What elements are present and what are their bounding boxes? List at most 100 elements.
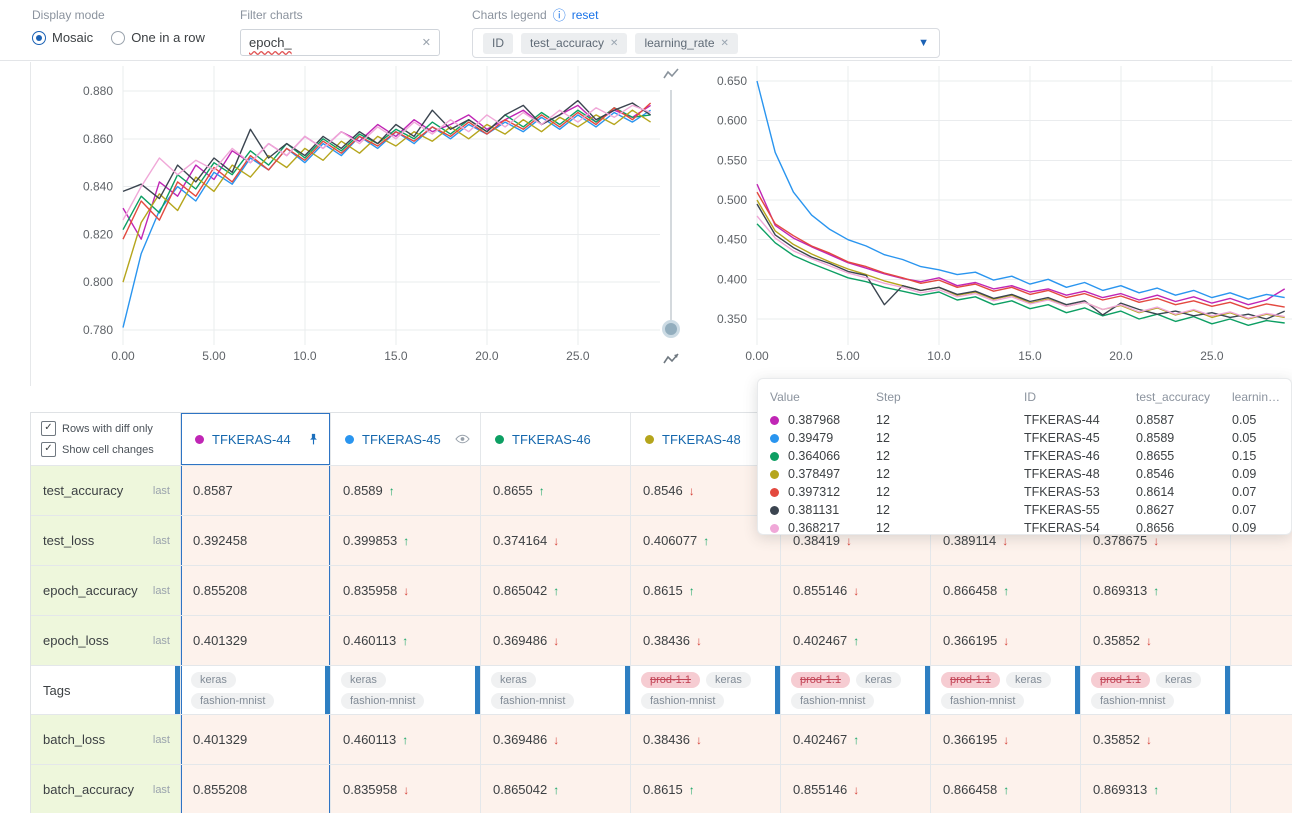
radio-one-in-a-row[interactable]: One in a row — [111, 30, 205, 45]
remove-chip-icon[interactable]: ✕ — [721, 38, 729, 49]
metric-cell: 0.38436↓ — [631, 616, 781, 666]
tag-chip: fashion-mnist — [1091, 693, 1174, 709]
tooltip-run-id: TFKERAS-54 — [1024, 521, 1136, 535]
tooltip-learning-rate: 0.05 — [1232, 413, 1291, 427]
metric-cell: 0.401329 — [181, 715, 331, 765]
metric-value: 0.869313 — [1093, 583, 1147, 598]
chevron-down-icon[interactable]: ▼ — [918, 37, 929, 49]
tooltip-run-id: TFKERAS-48 — [1024, 467, 1136, 481]
metric-value: 0.378675 — [1093, 533, 1147, 548]
tooltip-run-id: TFKERAS-53 — [1024, 485, 1136, 499]
tooltip-value: 0.381131 — [788, 503, 876, 517]
row-label: batch_loss — [43, 732, 105, 747]
row-label: Tags — [43, 683, 70, 698]
tags-cell: prod-1.1kerasfashion-mnist — [931, 666, 1081, 715]
table-option[interactable]: ✓Rows with diff only — [41, 421, 153, 436]
tags-scrollbar[interactable] — [1225, 666, 1230, 714]
metric-cell: 0.835958↓ — [331, 765, 481, 813]
series-TFKERAS-44 — [757, 184, 1285, 305]
run-column-header[interactable]: TFKERAS-44 — [181, 413, 331, 466]
metric-value: 0.866458 — [943, 782, 997, 797]
tags-scrollbar[interactable] — [175, 666, 180, 714]
reset-link[interactable]: reset — [572, 8, 599, 22]
metric-value: 0.869313 — [1093, 782, 1147, 797]
tags-scrollbar[interactable] — [925, 666, 930, 714]
slider-track[interactable] — [670, 90, 672, 332]
series-TFKERAS-54 — [123, 105, 651, 220]
tooltip-row: 0.38796812TFKERAS-440.85870.05 — [770, 411, 1291, 429]
svg-text:0.840: 0.840 — [83, 180, 113, 194]
trend-tool-icon[interactable] — [662, 66, 680, 84]
row-label-cell: epoch_accuracylast — [31, 566, 181, 616]
legend-chip-learning-rate[interactable]: learning_rate ✕ — [635, 33, 737, 54]
metric-value: 0.402467 — [793, 732, 847, 747]
display-mode-group: Display mode Mosaic One in a row — [32, 8, 205, 45]
tooltip-row: 0.36821712TFKERAS-540.86560.09 — [770, 519, 1291, 535]
metric-value: 0.8615 — [643, 583, 683, 598]
metric-cell: 0.38436↓ — [631, 715, 781, 765]
chart-scale-slider — [656, 62, 686, 392]
tooltip-header-step: Step — [876, 390, 928, 404]
chip-label: learning_rate — [644, 36, 714, 50]
tooltip-step: 12 — [876, 431, 928, 445]
tags-cell: kerasfashion-mnist — [181, 666, 331, 715]
tooltip-learning-rate: 0.15 — [1232, 449, 1291, 463]
aggregation-badge: last — [153, 535, 170, 547]
metric-cell: 0.855208 — [181, 765, 331, 813]
legend-field-select[interactable]: ID test_accuracy ✕ learning_rate ✕ ▼ — [472, 28, 940, 58]
pin-icon[interactable] — [307, 433, 320, 446]
tags-line: fashion-mnist — [1091, 693, 1174, 709]
trend-down-icon: ↓ — [689, 484, 695, 498]
info-icon[interactable]: ⓘ — [553, 9, 566, 22]
trend-down-icon: ↓ — [1003, 634, 1009, 648]
trend-down-icon: ↓ — [403, 783, 409, 797]
metric-cell: 0.402467↑ — [781, 616, 931, 666]
tags-line: prod-1.1keras — [941, 672, 1051, 688]
series-TFKERAS-53 — [757, 192, 1285, 309]
tooltip-test-accuracy: 0.8589 — [1136, 431, 1232, 445]
legend-chip-id[interactable]: ID — [483, 33, 513, 54]
tags-scrollbar[interactable] — [775, 666, 780, 714]
tag-chip: keras — [856, 672, 901, 688]
radio-mosaic[interactable]: Mosaic — [32, 30, 93, 45]
eye-icon[interactable] — [455, 434, 470, 444]
run-column-header[interactable]: TFKERAS-46 — [481, 413, 631, 466]
series-color-dot — [770, 434, 779, 443]
tags-scrollbar[interactable] — [475, 666, 480, 714]
series-color-dot — [770, 452, 779, 461]
svg-text:0.500: 0.500 — [717, 193, 747, 207]
epoch-accuracy-chart[interactable]: 0.7800.8000.8200.8400.8600.8800.005.0010… — [30, 62, 660, 380]
svg-text:0.820: 0.820 — [83, 227, 113, 241]
tags-line: keras — [191, 672, 236, 688]
tooltip-row: 0.3947912TFKERAS-450.85890.05 — [770, 429, 1291, 447]
metric-value: 0.8615 — [643, 782, 683, 797]
tooltip-learning-rate: 0.09 — [1232, 521, 1291, 535]
metric-value: 0.865042 — [493, 782, 547, 797]
run-name: TFKERAS-44 — [212, 432, 291, 447]
remove-chip-icon[interactable]: ✕ — [610, 38, 618, 49]
tags-scrollbar[interactable] — [1075, 666, 1080, 714]
trend-up-icon: ↑ — [389, 484, 395, 498]
tags-scrollbar[interactable] — [325, 666, 330, 714]
slider-handle[interactable] — [662, 320, 680, 338]
checkbox-icon: ✓ — [41, 442, 56, 457]
smoothing-icon[interactable] — [662, 350, 680, 368]
tags-scrollbar[interactable] — [625, 666, 630, 714]
epoch-loss-chart[interactable]: 0.3500.4000.4500.5000.5500.6000.6500.005… — [692, 62, 1292, 380]
clear-filter-icon[interactable]: ✕ — [422, 36, 431, 49]
filter-charts-input[interactable]: epoch_ ✕ — [240, 29, 440, 56]
legend-chip-test-accuracy[interactable]: test_accuracy ✕ — [521, 33, 627, 54]
removed-tag-chip: prod-1.1 — [641, 672, 700, 688]
chart-tooltip: Value Step ID test_accuracy learnin… 0.3… — [757, 378, 1292, 535]
row-label: epoch_loss — [43, 633, 109, 648]
tooltip-header-learning-rate: learnin… — [1232, 390, 1291, 404]
svg-text:0.00: 0.00 — [111, 349, 135, 363]
run-color-dot — [645, 435, 654, 444]
tag-chip: keras — [341, 672, 386, 688]
tooltip-header-test-accuracy: test_accuracy — [1136, 390, 1232, 404]
filter-value: epoch_ — [249, 35, 292, 50]
metric-value: 0.8655 — [493, 483, 533, 498]
table-option[interactable]: ✓Show cell changes — [41, 442, 154, 457]
run-column-header[interactable]: TFKERAS-45 — [331, 413, 481, 466]
metric-value: 0.35852 — [1093, 633, 1140, 648]
